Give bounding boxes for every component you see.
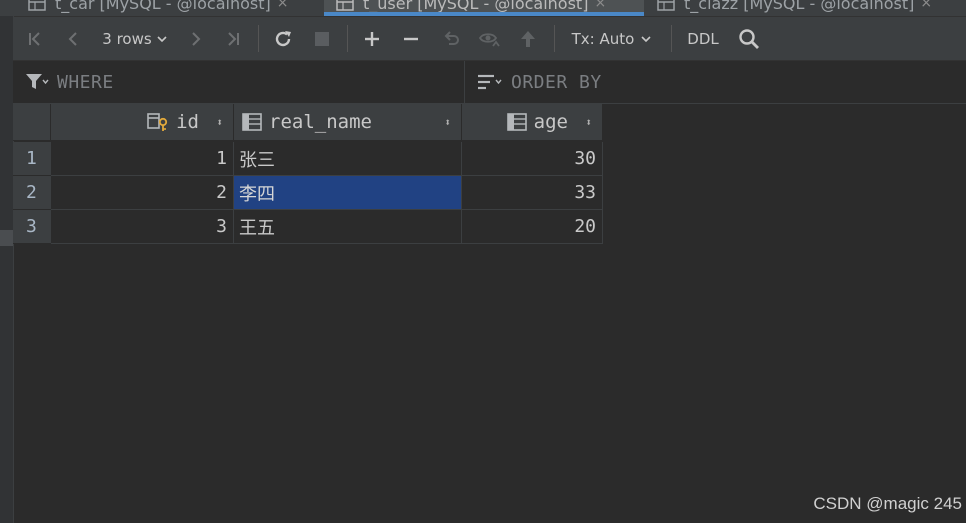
toolbar-separator <box>554 25 555 52</box>
rows-count-label: 3 rows <box>102 29 152 48</box>
eye-upload-icon <box>478 29 500 49</box>
active-tab-indicator <box>324 12 644 16</box>
add-row-button[interactable] <box>359 17 385 60</box>
column-icon <box>242 113 262 131</box>
row-number[interactable]: 1 <box>13 142 51 176</box>
arrow-up-icon <box>519 29 537 49</box>
cell-real-name[interactable]: 王五 <box>234 210 462 244</box>
order-by-label: ORDER BY <box>511 71 602 93</box>
search-button[interactable] <box>736 17 762 60</box>
transaction-mode-dropdown[interactable]: Tx: Auto <box>568 17 656 60</box>
minus-icon <box>402 30 420 48</box>
column-name: age <box>533 111 568 133</box>
column-icon <box>506 113 527 131</box>
last-page-icon <box>224 30 242 48</box>
data-editor-toolbar: 3 rows Tx: Auto DDL <box>13 17 966 61</box>
editor-tab-bar: t_car [MySQL - @localhost] × t_user [MyS… <box>0 0 966 17</box>
left-gutter <box>0 16 14 523</box>
first-page-icon <box>26 30 44 48</box>
where-filter[interactable]: WHERE <box>13 61 465 103</box>
row-number-header[interactable] <box>13 104 51 141</box>
table-icon <box>657 0 675 11</box>
submit-button[interactable] <box>515 17 541 60</box>
chevron-right-icon <box>187 30 205 48</box>
watermark: CSDN @magic 245 <box>813 494 962 513</box>
filter-icon <box>25 73 49 91</box>
sort-arrows-icon[interactable]: ⬍ <box>444 116 451 129</box>
where-label: WHERE <box>57 71 114 93</box>
first-page-button[interactable] <box>23 17 47 60</box>
row-number[interactable]: 2 <box>13 176 51 210</box>
chevron-down-icon <box>156 34 168 44</box>
sort-arrows-icon[interactable]: ⬍ <box>585 116 592 129</box>
cell-age[interactable]: 20 <box>462 210 603 244</box>
plus-icon <box>363 30 381 48</box>
toolbar-separator <box>671 25 672 52</box>
tab-t-clazz[interactable]: t_clazz [MySQL - @localhost] × <box>657 0 932 15</box>
cell-id[interactable]: 2 <box>51 176 234 210</box>
cell-real-name-selected[interactable]: 李四 <box>234 176 462 210</box>
search-icon <box>738 28 760 50</box>
tab-label: t_user [MySQL - @localhost] <box>363 0 589 13</box>
primary-key-column-icon <box>147 112 169 132</box>
stop-button[interactable] <box>310 17 334 60</box>
tx-mode-label: Tx: Auto <box>571 29 635 48</box>
page-size-dropdown[interactable]: 3 rows <box>99 17 171 60</box>
chevron-down-icon <box>640 34 652 44</box>
chevron-left-icon <box>64 30 82 48</box>
cell-id[interactable]: 1 <box>51 142 234 176</box>
stop-icon <box>314 31 330 47</box>
cell-real-name[interactable]: 张三 <box>234 142 462 176</box>
close-icon[interactable]: × <box>920 0 932 11</box>
table-icon <box>336 0 354 11</box>
sort-lines-icon <box>477 73 503 91</box>
undo-icon <box>441 29 461 49</box>
row-number[interactable]: 3 <box>13 210 51 244</box>
refresh-icon <box>273 29 293 49</box>
gutter-marker <box>0 230 13 246</box>
sort-arrows-icon[interactable]: ⬍ <box>216 116 223 129</box>
cell-id[interactable]: 3 <box>51 210 234 244</box>
delete-row-button[interactable] <box>398 17 424 60</box>
toolbar-separator <box>347 25 348 52</box>
table-icon <box>28 0 46 11</box>
tab-t-car[interactable]: t_car [MySQL - @localhost] × <box>28 0 288 15</box>
view-changes-button[interactable] <box>476 17 502 60</box>
toolbar-separator <box>258 25 259 52</box>
ddl-button[interactable]: DDL <box>683 17 723 60</box>
column-header-id[interactable]: id ⬍ <box>51 104 234 141</box>
refresh-button[interactable] <box>270 17 296 60</box>
column-header-real-name[interactable]: real_name ⬍ <box>234 104 462 141</box>
previous-page-button[interactable] <box>61 17 85 60</box>
last-page-button[interactable] <box>221 17 245 60</box>
order-by-filter[interactable]: ORDER BY <box>465 61 966 103</box>
tab-label: t_car [MySQL - @localhost] <box>55 0 271 13</box>
revert-button[interactable] <box>438 17 464 60</box>
tab-label: t_clazz [MySQL - @localhost] <box>684 0 915 13</box>
ddl-label: DDL <box>687 29 719 48</box>
column-header-age[interactable]: age ⬍ <box>462 104 603 141</box>
next-page-button[interactable] <box>184 17 208 60</box>
cell-age[interactable]: 30 <box>462 142 603 176</box>
column-name: id <box>176 111 199 133</box>
close-icon[interactable]: × <box>594 0 606 11</box>
close-icon[interactable]: × <box>277 0 289 11</box>
cell-age[interactable]: 33 <box>462 176 603 210</box>
column-name: real_name <box>269 111 372 133</box>
